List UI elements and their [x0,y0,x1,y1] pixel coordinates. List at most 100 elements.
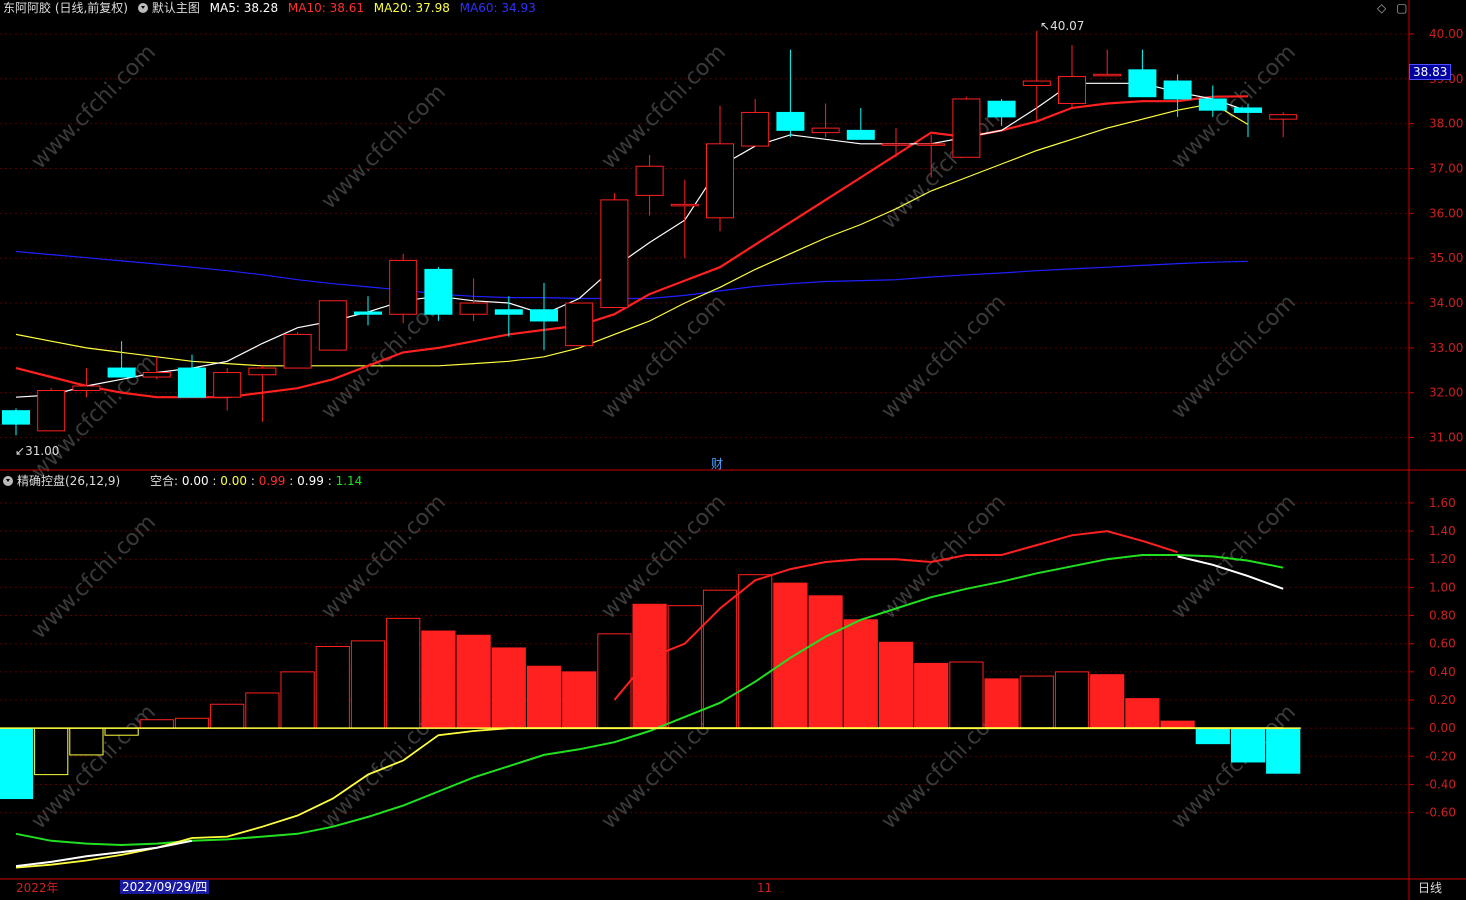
candle-body [459,302,488,315]
candle-body [1093,73,1122,77]
histogram-bar [139,719,174,729]
histogram-bar [421,630,456,729]
histogram-bar [667,605,702,729]
ma10-legend: MA10: 38.61 [287,1,364,15]
low-value: 31.00 [25,444,60,458]
candle-body [882,143,910,146]
value-4: 0.99 [297,474,324,488]
histogram-bar [632,603,667,729]
histogram-bar [914,662,949,729]
price-tick-label: 31.00 [1429,431,1463,445]
candle-body [706,143,734,219]
candle-body [1198,98,1227,111]
separator: : [212,474,217,488]
ma5-legend: MA5: 38.28 [209,1,279,15]
price-tick-label: 35.00 [1429,251,1463,265]
histogram-bar [878,641,914,729]
price-tick-label: 33.00 [1429,341,1463,355]
value-2: 0.00 [220,474,248,488]
watermark-text: www.cfchi.com [27,510,161,644]
high-annotation: ↖40.07 [1040,19,1085,33]
candle-body [635,165,664,196]
candle-body [318,300,347,351]
histogram-bar [1019,675,1054,729]
watermark-text: www.cfchi.com [27,40,161,174]
diamond-icon[interactable]: ◇ [1377,1,1386,15]
price-tick-label: 32.00 [1429,386,1463,400]
indicator-dropdown-icon[interactable] [3,476,13,486]
watermark-text: www.cfchi.com [1167,490,1301,624]
price-tick-label: 40.00 [1429,27,1463,41]
indicator-tick-label: 0.80 [1429,609,1456,623]
template-dropdown-icon[interactable] [137,3,148,13]
price-tick-label: 34.00 [1429,296,1463,310]
histogram-bar [738,574,773,729]
histogram-bar [1054,671,1090,729]
watermark-text: www.cfchi.com [1167,290,1301,424]
candle-body [72,385,101,391]
high-value: 40.07 [1050,19,1085,33]
template-name[interactable]: 默认主图 [152,1,200,15]
candle-body [1058,76,1086,104]
price-tick-label: 36.00 [1429,206,1463,220]
watermark-text: www.cfchi.com [1167,40,1301,174]
histogram-bar [315,646,350,729]
indicator-tick-label: 0.60 [1429,637,1456,651]
indicator-tick-label: 1.40 [1429,524,1456,538]
candle-body [494,309,523,315]
candle-body [142,372,171,378]
finance-marker[interactable]: 财 [711,457,723,471]
ma20-legend: MA20: 37.98 [373,1,450,15]
histogram-bar [280,671,315,729]
value-3: 0.99 [258,474,286,488]
indicator-name[interactable]: 精确控盘(26,12,9) [17,474,120,488]
candle-body [565,302,594,347]
histogram-bar [104,727,139,736]
histogram-bar [984,678,1019,729]
candle-body [1022,80,1051,87]
candle-body [811,127,840,134]
candle-body [424,268,453,315]
indicator-tick-label: 0.20 [1429,693,1456,707]
histogram-bar [491,647,526,729]
histogram-bar [245,692,280,729]
main-header: 东阿阿胶 (日线,前复权) 默认主图 MA5: 38.28 MA10: 38.6… [3,1,536,15]
tick-labels: 31.00 32.00 33.00 34.00 35.00 36.00 37.00 38.00… [1425,27,1463,820]
candle-body [107,367,136,378]
watermark-text: www.cfchi.com [597,290,731,424]
year-label: 2022年 [16,881,59,895]
indicator-tick-label: -0.40 [1425,777,1456,791]
histogram-bar [1160,720,1195,729]
separator: : [327,474,332,488]
candle-body [530,309,558,322]
candle-body [741,111,770,147]
chart-canvas[interactable]: www.cfchi.com www.cfchi.com www.cfchi.com w… [0,0,1466,900]
window-icon[interactable]: ▢ [1396,1,1407,15]
histogram-bar [1125,698,1160,729]
histogram-bar [210,703,245,729]
candle-body [178,367,206,398]
kongge-label: 空合: [150,474,179,488]
histogram-bar [526,665,562,729]
indicator-tick-label: -0.60 [1425,806,1456,820]
candle-body [389,259,418,315]
histogram-bar [773,582,808,729]
period-button[interactable]: 日线 [1418,881,1442,895]
stock-name[interactable]: 东阿阿胶 (日线,前复权) [3,1,128,15]
histogram-bar [0,727,34,800]
candle-body [283,333,312,369]
histogram-bar [1266,727,1301,774]
histogram-bar [1090,674,1125,729]
histogram-bar [386,617,421,729]
watermark-text: www.cfchi.com [877,490,1011,624]
watermark-text: www.cfchi.com [317,80,451,214]
separator: : [289,474,294,488]
watermark-text: www.cfchi.com [877,290,1011,424]
candle-body [952,98,981,158]
histogram-bar [597,633,632,729]
low-annotation: ↙31.00 [15,444,60,458]
histogram-bar [350,640,386,729]
candle-body [354,311,382,315]
indicator-tick-label: 0.00 [1429,721,1456,735]
watermark-text: www.cfchi.com [877,100,1011,234]
